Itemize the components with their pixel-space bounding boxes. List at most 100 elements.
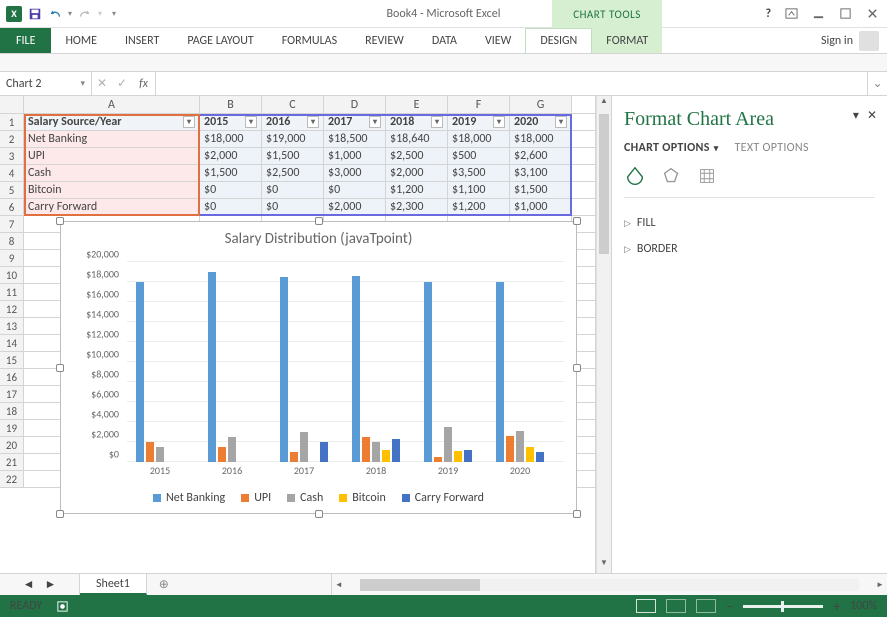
bar[interactable] [536,452,544,462]
col-header[interactable]: C [262,96,324,113]
resize-handle[interactable] [315,217,323,225]
cell[interactable]: $0 [262,182,324,198]
resize-handle[interactable] [573,364,581,372]
chart-title[interactable]: Salary Distribution (javaTpoint) [61,222,576,252]
nav-next-icon[interactable]: ► [45,577,57,592]
sheet-tab[interactable]: Sheet1 [80,574,147,595]
bar[interactable] [372,442,380,462]
task-pane-options-icon[interactable]: ▾ [853,108,859,123]
new-sheet-button[interactable]: ⊕ [147,574,181,595]
bar[interactable] [454,451,462,462]
cell[interactable]: $3,500 [448,165,510,181]
col-header[interactable]: F [448,96,510,113]
undo-icon[interactable] [48,7,62,21]
horizontal-scrollbar[interactable]: ◄ ► [331,574,887,595]
expand-formula-icon[interactable]: ⌄ [867,72,887,95]
bar[interactable] [156,447,164,462]
row-header[interactable]: 3 [0,148,24,165]
redo-icon[interactable] [78,7,92,21]
cell[interactable]: $2,500 [262,165,324,181]
name-box[interactable]: Chart 2 ▾ [0,72,92,95]
bar[interactable] [382,450,390,462]
filter-dropdown-icon[interactable]: ▾ [307,116,319,128]
filter-dropdown-icon[interactable]: ▾ [555,116,567,128]
bar[interactable] [506,436,514,462]
chart-legend[interactable]: Net BankingUPICashBitcoinCarry Forward [61,491,576,505]
cell[interactable]: $18,500 [324,131,386,147]
help-icon[interactable]: ? [765,7,771,21]
col-header[interactable]: A [24,96,200,113]
spreadsheet-grid[interactable]: ABCDEFG 12345678910111213141516171819202… [0,96,596,573]
bar[interactable] [228,437,236,462]
tab-page-layout[interactable]: PAGE LAYOUT [173,28,267,53]
bar[interactable] [320,442,328,462]
tab-data[interactable]: DATA [418,28,471,53]
bar[interactable] [280,277,288,462]
scroll-right-icon[interactable]: ► [873,580,887,590]
tab-format[interactable]: FORMAT [592,28,662,53]
cell[interactable]: $3,100 [510,165,572,181]
row-header[interactable]: 6 [0,199,24,216]
accordion-border[interactable]: ▷BORDER [624,236,875,262]
page-layout-view-icon[interactable] [666,599,686,613]
row-header[interactable]: 7 [0,216,24,233]
redo-dropdown-icon[interactable]: ▾ [98,9,102,19]
bar[interactable] [218,447,226,462]
row-header[interactable]: 15 [0,352,24,369]
close-pane-icon[interactable]: ✕ [867,108,877,123]
cell[interactable]: $18,000 [510,131,572,147]
bar[interactable] [392,439,400,462]
zoom-in-icon[interactable]: + [833,598,840,615]
bar[interactable] [290,452,298,462]
tab-chart-options[interactable]: CHART OPTIONS▾ [624,141,719,155]
tab-review[interactable]: REVIEW [351,28,418,53]
cell-header[interactable]: 2020▾ [510,114,572,130]
fx-icon[interactable]: fx [132,72,156,95]
tab-view[interactable]: VIEW [471,28,525,53]
cell[interactable]: $2,000 [200,148,262,164]
bar[interactable] [496,282,504,462]
cell[interactable]: $19,000 [262,131,324,147]
cell[interactable]: $3,000 [324,165,386,181]
bar[interactable] [146,442,154,462]
row-header[interactable]: 22 [0,471,24,488]
filter-dropdown-icon[interactable]: ▾ [493,116,505,128]
select-all-corner[interactable] [0,96,24,113]
cell[interactable]: $1,500 [262,148,324,164]
bar[interactable] [208,272,216,462]
effects-icon[interactable] [660,165,682,187]
resize-handle[interactable] [56,217,64,225]
row-header[interactable]: 12 [0,301,24,318]
bar[interactable] [362,437,370,462]
zoom-slider[interactable] [743,605,823,608]
bar[interactable] [526,447,534,462]
zoom-out-icon[interactable]: − [726,598,733,615]
cell[interactable]: $1,000 [510,199,572,215]
legend-item[interactable]: Cash [287,491,323,505]
col-header[interactable]: E [386,96,448,113]
embedded-chart[interactable]: Salary Distribution (javaTpoint) $0$2,00… [60,221,577,514]
bar[interactable] [434,457,442,462]
vertical-scrollbar[interactable]: ▲ ▼ [596,96,611,573]
cell[interactable]: Bitcoin [24,182,200,198]
bar[interactable] [444,427,452,462]
cell[interactable]: $500 [448,148,510,164]
size-properties-icon[interactable] [696,165,718,187]
tab-text-options[interactable]: TEXT OPTIONS [735,141,809,155]
cell[interactable]: $0 [324,182,386,198]
macro-record-icon[interactable] [56,600,69,613]
cell[interactable]: $18,000 [200,131,262,147]
row-header[interactable]: 1 [0,114,24,131]
nav-prev-icon[interactable]: ◄ [23,577,35,592]
chevron-down-icon[interactable]: ▾ [80,78,85,89]
cell[interactable]: $2,600 [510,148,572,164]
row-header[interactable]: 8 [0,233,24,250]
sign-in[interactable]: Sign in [821,28,879,54]
legend-item[interactable]: Net Banking [153,491,225,505]
tab-file[interactable]: FILE [0,28,51,53]
undo-dropdown-icon[interactable]: ▾ [68,9,72,19]
bar[interactable] [424,282,432,462]
row-header[interactable]: 19 [0,420,24,437]
col-header[interactable]: B [200,96,262,113]
row-header[interactable]: 5 [0,182,24,199]
